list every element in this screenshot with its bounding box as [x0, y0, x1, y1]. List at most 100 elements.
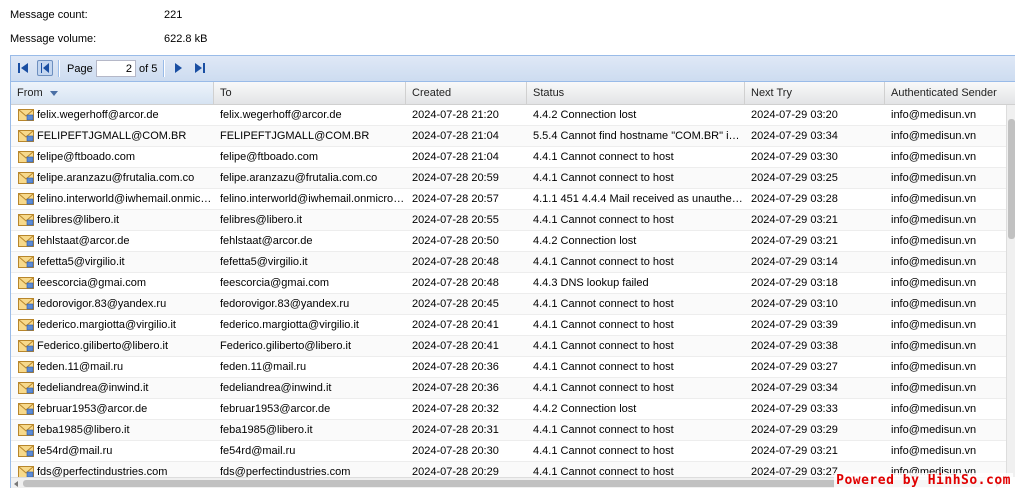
cell-next-try: 2024-07-29 03:21 [751, 235, 838, 247]
cell-authenticated-sender: info@medisun.vn [891, 298, 977, 310]
queue-stats: Message count: 221 Message volume: 622.8… [0, 0, 1015, 54]
cell-authenticated-sender: info@medisun.vn [891, 277, 977, 289]
cell-created: 2024-07-28 20:31 [412, 424, 499, 436]
toolbar-separator [58, 60, 60, 77]
cell-from: felibres@libero.it [37, 214, 120, 226]
cell-authenticated-sender: info@medisun.vn [891, 235, 977, 247]
cell-to: fedorovigor.83@yandex.ru [220, 298, 350, 310]
cell-status: 4.4.1 Cannot connect to host [533, 172, 674, 184]
cell-from: fe54rd@mail.ru [37, 445, 113, 457]
table-row[interactable]: fefetta5@virgilio.it fefetta5@virgilio.it… [11, 252, 1006, 273]
cell-status: 4.4.2 Connection lost [533, 403, 637, 415]
cell-authenticated-sender: info@medisun.vn [891, 340, 977, 352]
cell-next-try: 2024-07-29 03:27 [751, 361, 838, 373]
cell-status: 4.4.2 Connection lost [533, 109, 637, 121]
table-row[interactable]: felino.interworld@iwhemail.onmicrosoft.c… [11, 189, 1006, 210]
table-row[interactable]: feescorcia@gmai.com feescorcia@gmai.com 20… [11, 273, 1006, 294]
cell-created: 2024-07-28 20:41 [412, 319, 499, 331]
table-row[interactable]: Federico.giliberto@libero.it Federico.gil… [11, 336, 1006, 357]
table-row[interactable]: fehlstaat@arcor.de fehlstaat@arcor.de 2024… [11, 231, 1006, 252]
cell-next-try: 2024-07-29 03:33 [751, 403, 838, 415]
table-row[interactable]: feba1985@libero.it feba1985@libero.it 2024… [11, 420, 1006, 441]
cell-next-try: 2024-07-29 03:25 [751, 172, 838, 184]
cell-status: 4.4.1 Cannot connect to host [533, 424, 674, 436]
table-row[interactable]: felibres@libero.it felibres@libero.it 2024… [11, 210, 1006, 231]
grid-header: From To Created Status Next Try Authenti… [11, 82, 1015, 105]
cell-from: felipe.aranzazu@frutalia.com.co [37, 172, 195, 184]
page-total-text: of 5 [139, 63, 158, 75]
message-count-value: 221 [164, 9, 183, 21]
column-header-next-try[interactable]: Next Try [745, 82, 885, 104]
cell-to: felipe.aranzazu@frutalia.com.co [220, 172, 378, 184]
table-row[interactable]: februar1953@arcor.de februar1953@arcor.de… [11, 399, 1006, 420]
cell-to: felibres@libero.it [220, 214, 303, 226]
cell-to: Federico.giliberto@libero.it [220, 340, 352, 352]
cell-from: feden.11@mail.ru [37, 361, 124, 373]
cell-authenticated-sender: info@medisun.vn [891, 130, 977, 142]
column-header-status[interactable]: Status [527, 82, 745, 104]
column-header-from-label: From [17, 87, 43, 99]
cell-status: 4.1.1 451 4.4.4 Mail received as unauthe… [533, 193, 745, 205]
cell-to: fe54rd@mail.ru [220, 445, 296, 457]
cell-next-try: 2024-07-29 03:10 [751, 298, 838, 310]
cell-status: 4.4.1 Cannot connect to host [533, 319, 674, 331]
cell-created: 2024-07-28 20:45 [412, 298, 499, 310]
cell-status: 4.4.3 DNS lookup failed [533, 277, 649, 289]
next-page-button[interactable] [171, 60, 187, 76]
cell-next-try: 2024-07-29 03:34 [751, 382, 838, 394]
cell-to: fds@perfectindustries.com [220, 466, 351, 477]
table-row[interactable]: feden.11@mail.ru feden.11@mail.ru 2024-07-… [11, 357, 1006, 378]
cell-to: fehlstaat@arcor.de [220, 235, 313, 247]
cell-to: februar1953@arcor.de [220, 403, 331, 415]
last-page-icon [195, 63, 205, 73]
cell-authenticated-sender: info@medisun.vn [891, 445, 977, 457]
prev-page-button[interactable] [37, 60, 53, 76]
cell-from: februar1953@arcor.de [37, 403, 148, 415]
next-page-icon [175, 63, 182, 73]
vertical-scroll-thumb[interactable] [1008, 119, 1015, 239]
cell-authenticated-sender: info@medisun.vn [891, 319, 977, 331]
cell-from: fefetta5@virgilio.it [37, 256, 125, 268]
table-row[interactable]: fedorovigor.83@yandex.ru fedorovigor.83@y… [11, 294, 1006, 315]
first-page-button[interactable] [15, 60, 31, 76]
table-row[interactable]: felix.wegerhoff@arcor.de felix.wegerhoff@… [11, 105, 1006, 126]
column-header-status-label: Status [533, 87, 565, 99]
sort-desc-icon [49, 82, 58, 104]
cell-authenticated-sender: info@medisun.vn [891, 424, 977, 436]
last-page-button[interactable] [192, 60, 208, 76]
cell-created: 2024-07-28 21:20 [412, 109, 499, 121]
cell-status: 4.4.1 Cannot connect to host [533, 151, 674, 163]
vertical-scrollbar[interactable] [1006, 105, 1015, 477]
cell-status: 4.4.1 Cannot connect to host [533, 466, 674, 477]
page-number-input[interactable] [96, 60, 136, 77]
cell-status: 5.5.4 Cannot find hostname "COM.BR" in t… [533, 130, 745, 142]
column-header-to[interactable]: To [214, 82, 406, 104]
cell-status: 4.4.1 Cannot connect to host [533, 298, 674, 310]
column-header-authenticated-sender[interactable]: Authenticated Sender [885, 82, 1015, 104]
cell-next-try: 2024-07-29 03:30 [751, 151, 838, 163]
scroll-left-icon[interactable] [14, 481, 18, 487]
table-row[interactable]: fedeliandrea@inwind.it fedeliandrea@inwin… [11, 378, 1006, 399]
column-header-created-label: Created [412, 87, 452, 99]
table-row[interactable]: FELIPEFTJGMALL@COM.BR FELIPEFTJGMALL@COM.… [11, 126, 1006, 147]
table-row[interactable]: fe54rd@mail.ru fe54rd@mail.ru 2024-07-28 2… [11, 441, 1006, 462]
cell-authenticated-sender: info@medisun.vn [891, 193, 977, 205]
cell-authenticated-sender: info@medisun.vn [891, 172, 977, 184]
cell-next-try: 2024-07-29 03:34 [751, 130, 838, 142]
watermark: Powered by HinhSo.com [834, 473, 1013, 488]
column-header-to-label: To [220, 87, 232, 99]
cell-to: felipe@ftboado.com [220, 151, 319, 163]
column-header-from[interactable]: From [11, 82, 214, 104]
cell-next-try: 2024-07-29 03:20 [751, 109, 838, 121]
table-row[interactable]: felipe@ftboado.com felipe@ftboado.com 2024… [11, 147, 1006, 168]
column-header-auth-label: Authenticated Sender [891, 87, 997, 99]
message-volume-label: Message volume: [10, 33, 97, 45]
table-row[interactable]: federico.margiotta@virgilio.it federico.m… [11, 315, 1006, 336]
cell-next-try: 2024-07-29 03:38 [751, 340, 838, 352]
cell-from: feescorcia@gmai.com [37, 277, 146, 289]
table-row[interactable]: felipe.aranzazu@frutalia.com.co felipe.ar… [11, 168, 1006, 189]
column-header-created[interactable]: Created [406, 82, 527, 104]
cell-to: feba1985@libero.it [220, 424, 313, 436]
cell-from: feba1985@libero.it [37, 424, 130, 436]
cell-authenticated-sender: info@medisun.vn [891, 151, 977, 163]
